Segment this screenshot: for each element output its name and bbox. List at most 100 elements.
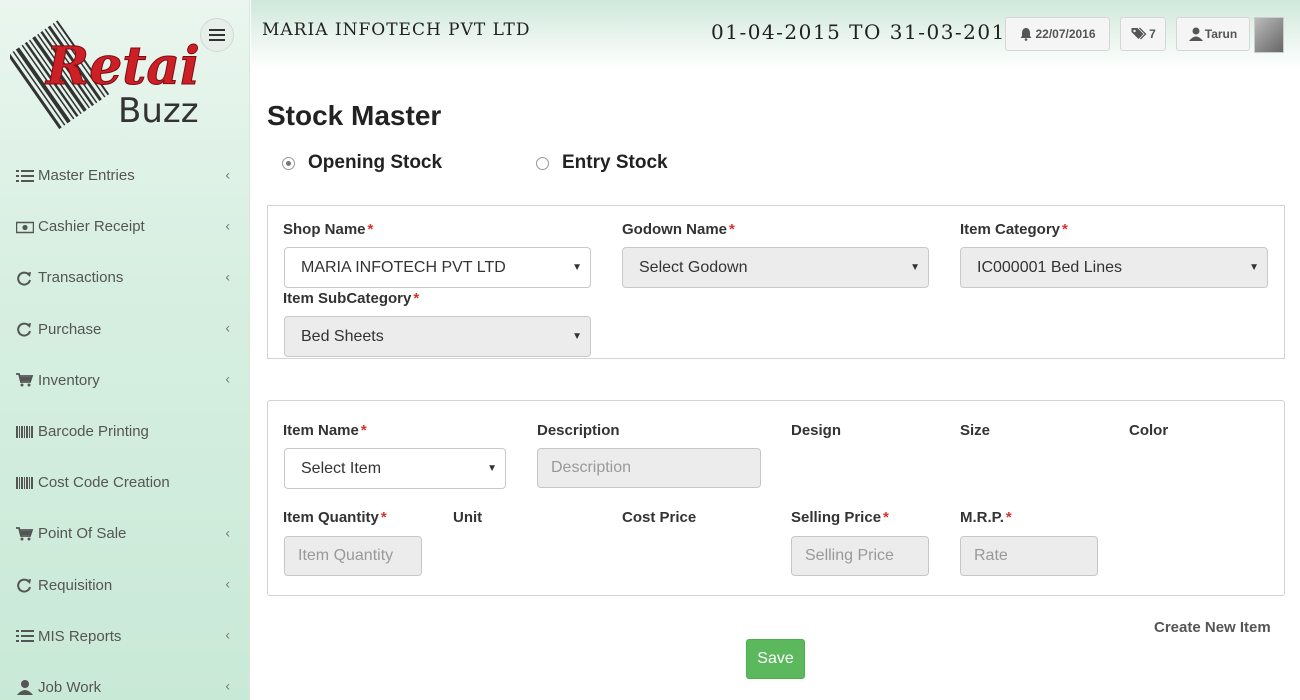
sidebar-item-label: Inventory xyxy=(38,371,100,389)
tags-icon xyxy=(1131,27,1147,40)
svg-text:Retail: Retail xyxy=(44,36,200,97)
item-name-label: Item Name * xyxy=(283,422,367,439)
tags-button[interactable]: 7 xyxy=(1120,17,1166,51)
chevron-left-icon: ‹ xyxy=(225,217,230,234)
sidebar: Retail Buzz Master Entries ‹ Cashier Rec… xyxy=(0,0,250,700)
item-subcategory-select[interactable]: Bed Sheets ▼ xyxy=(284,316,591,357)
user-icon xyxy=(16,679,36,696)
entry-stock-radio[interactable]: Entry Stock xyxy=(536,152,668,174)
caret-down-icon: ▼ xyxy=(487,462,497,474)
shop-name-select[interactable]: MARIA INFOTECH PVT LTD ▼ xyxy=(284,247,591,288)
sidebar-item-requisition[interactable]: Requisition ‹ xyxy=(0,560,250,611)
caret-down-icon: ▼ xyxy=(910,261,920,273)
caret-down-icon: ▼ xyxy=(1249,261,1259,273)
radio-label: Opening Stock xyxy=(308,152,443,173)
sidebar-item-label: Purchase xyxy=(38,320,102,338)
app-root: Retail Buzz Master Entries ‹ Cashier Rec… xyxy=(0,0,1300,700)
sidebar-item-label: Requisition xyxy=(38,576,113,594)
sidebar-item-inventory[interactable]: Inventory ‹ xyxy=(0,355,250,406)
select-value: Bed Sheets xyxy=(301,327,384,345)
unit-label: Unit xyxy=(453,509,483,526)
selling-price-label: Selling Price * xyxy=(791,509,889,526)
hamburger-icon xyxy=(209,29,225,41)
sidebar-toggle-button[interactable] xyxy=(200,18,234,52)
refresh-icon xyxy=(16,577,36,593)
chevron-left-icon: ‹ xyxy=(225,677,230,694)
chevron-left-icon: ‹ xyxy=(225,319,230,336)
user-icon xyxy=(1188,27,1203,41)
sidebar-item-purchase[interactable]: Purchase ‹ xyxy=(0,304,250,355)
sidebar-item-mis-reports[interactable]: MIS Reports ‹ xyxy=(0,611,250,662)
sidebar-item-label: Barcode Printing xyxy=(38,423,149,441)
sidebar-item-barcode-printing[interactable]: Barcode Printing xyxy=(0,406,250,457)
item-quantity-input[interactable]: Item Quantity xyxy=(284,536,422,576)
mrp-label: M.R.P. * xyxy=(960,509,1012,526)
select-value: Select Godown xyxy=(639,258,748,276)
sidebar-item-cashier-receipt[interactable]: Cashier Receipt ‹ xyxy=(0,201,250,252)
item-name-select[interactable]: Select Item ▼ xyxy=(284,448,506,489)
radio-checked xyxy=(282,156,295,170)
svg-text:Buzz: Buzz xyxy=(118,91,199,130)
chevron-left-icon: ‹ xyxy=(225,165,230,182)
radio-label: Entry Stock xyxy=(562,152,668,173)
save-button[interactable]: Save xyxy=(746,639,805,679)
caret-down-icon: ▼ xyxy=(572,330,582,342)
date-badge: 22/07/2016 xyxy=(1035,27,1096,41)
design-label: Design xyxy=(791,422,842,439)
sidebar-item-job-work[interactable]: Job Work ‹ xyxy=(0,662,250,700)
sidebar-item-label: Point Of Sale xyxy=(38,525,127,543)
refresh-icon xyxy=(16,270,36,286)
barcode-icon xyxy=(16,424,36,440)
sidebar-item-cost-code-creation[interactable]: Cost Code Creation xyxy=(0,457,250,508)
chevron-left-icon: ‹ xyxy=(225,575,230,592)
godown-select[interactable]: Select Godown ▼ xyxy=(622,247,929,288)
sidebar-item-master-entries[interactable]: Master Entries ‹ xyxy=(0,150,250,201)
select-value: MARIA INFOTECH PVT LTD xyxy=(301,258,506,276)
retail-buzz-logo[interactable]: Retail Buzz xyxy=(7,12,220,131)
money-icon xyxy=(16,219,36,235)
avatar[interactable] xyxy=(1254,17,1284,53)
color-label: Color xyxy=(1129,422,1169,439)
user-name: Tarun xyxy=(1204,27,1238,41)
sidebar-item-label: Cost Code Creation xyxy=(38,474,170,492)
chevron-left-icon: ‹ xyxy=(225,370,230,387)
chevron-left-icon: ‹ xyxy=(225,524,230,541)
item-category-select[interactable]: IC000001 Bed Lines ▼ xyxy=(960,247,1268,288)
item-subcategory-label: Item SubCategory * xyxy=(283,290,420,307)
cart-icon xyxy=(16,372,36,388)
sidebar-item-label: MIS Reports xyxy=(38,627,122,645)
list-icon xyxy=(16,168,36,184)
sidebar-item-label: Job Work xyxy=(38,678,102,696)
selling-price-input[interactable]: Selling Price xyxy=(791,536,929,576)
sidebar-nav: Master Entries ‹ Cashier Receipt ‹ Trans… xyxy=(0,150,250,700)
cost-price-label: Cost Price xyxy=(622,509,697,526)
notification-date-button[interactable]: 22/07/2016 xyxy=(1005,17,1110,51)
caret-down-icon: ▼ xyxy=(572,261,582,273)
description-label: Description xyxy=(537,422,620,439)
create-new-item-link[interactable]: Create New Item xyxy=(1154,619,1271,636)
select-value: Select Item xyxy=(301,459,382,477)
bell-icon xyxy=(1020,28,1032,41)
chevron-left-icon: ‹ xyxy=(225,268,230,285)
sidebar-item-transactions[interactable]: Transactions ‹ xyxy=(0,252,250,303)
user-menu-button[interactable]: Tarun xyxy=(1176,17,1250,51)
chevron-left-icon: ‹ xyxy=(225,626,230,643)
sidebar-item-point-of-sale[interactable]: Point Of Sale ‹ xyxy=(0,508,250,559)
description-input[interactable]: Description xyxy=(537,448,761,488)
mrp-input[interactable]: Rate xyxy=(960,536,1098,576)
barcode-icon xyxy=(16,475,36,491)
select-value: IC000001 Bed Lines xyxy=(977,258,1122,276)
item-category-label: Item Category * xyxy=(960,221,1068,238)
list-icon xyxy=(16,628,36,644)
tag-count: 7 xyxy=(1149,27,1156,41)
sidebar-item-label: Transactions xyxy=(38,269,124,287)
page-title: Stock Master xyxy=(267,100,442,131)
logo-graphic: Retail Buzz xyxy=(7,20,220,131)
financial-year: 01-04-2015 TO 31-03-2016 xyxy=(711,20,1021,44)
opening-stock-radio[interactable]: Opening Stock xyxy=(282,152,442,174)
topbar: MARIA INFOTECH PVT LTD 01-04-2015 TO 31-… xyxy=(251,0,1300,70)
refresh-icon xyxy=(16,321,36,337)
company-name: MARIA INFOTECH PVT LTD xyxy=(262,20,531,40)
sidebar-item-label: Cashier Receipt xyxy=(38,218,145,236)
item-quantity-label: Item Quantity * xyxy=(283,509,387,526)
